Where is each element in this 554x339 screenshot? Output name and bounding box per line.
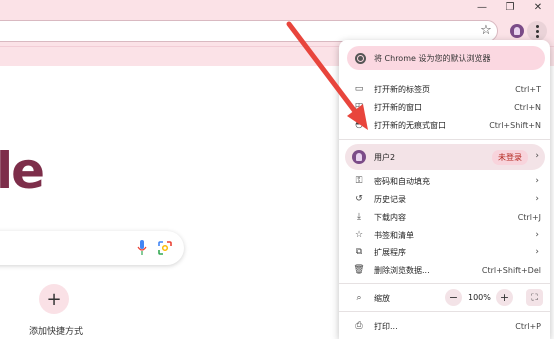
chrome-icon <box>355 52 366 64</box>
menu-divider <box>339 311 550 312</box>
zoom-icon: ⌕ <box>356 293 362 303</box>
menu-item-shortcut: Ctrl+Shift+Del <box>481 265 541 275</box>
zoom-level: 100% <box>468 293 491 302</box>
menu-item-shortcut: Ctrl+T <box>515 84 541 94</box>
menu-item-label: 打开新的标签页 <box>374 84 430 94</box>
menu-item-label: 扩展程序 <box>374 247 406 257</box>
chevron-right-icon: › <box>535 151 539 161</box>
menu-item-label: 打开新的窗口 <box>374 102 422 112</box>
menu-zoom-row: ⌕ 缩放 − 100% + ⛶ <box>339 288 550 308</box>
microphone-icon[interactable] <box>137 240 147 256</box>
set-default-browser-banner[interactable]: 将 Chrome 设为您的默认浏览器 <box>347 46 545 70</box>
history-icon: ↺ <box>355 194 363 204</box>
google-lens-icon[interactable] <box>158 241 172 255</box>
address-bar[interactable] <box>0 20 498 42</box>
menu-item-extensions[interactable]: ⧉ 扩展程序 › <box>339 243 550 261</box>
close-button[interactable]: ✕ <box>525 0 551 14</box>
minimize-button[interactable]: — <box>469 0 495 14</box>
menu-item-label: 下载内容 <box>374 212 406 222</box>
default-banner-label: 将 Chrome 设为您的默认浏览器 <box>374 53 491 63</box>
chevron-right-icon: › <box>535 176 539 186</box>
menu-item-shortcut: Ctrl+J <box>517 212 541 222</box>
add-shortcut-button[interactable]: + <box>39 284 69 314</box>
profile-avatar-icon <box>352 150 366 164</box>
menu-item-shortcut: Ctrl+P <box>515 321 541 331</box>
profile-avatar-icon[interactable] <box>510 24 524 38</box>
new-tab-icon: ▭ <box>354 84 364 94</box>
extension-icon: ⧉ <box>355 247 363 257</box>
menu-item-new-window[interactable]: ◰ 打开新的窗口 Ctrl+N <box>339 98 550 116</box>
chevron-right-icon: › <box>535 194 539 204</box>
profile-name: 用户2 <box>374 153 396 162</box>
sign-in-status-badge: 未登录 <box>492 150 528 165</box>
add-shortcut-label: 添加快捷方式 <box>28 327 83 337</box>
trash-icon: 🗑 <box>353 265 365 275</box>
menu-item-print[interactable]: ⎙ 打印... Ctrl+P <box>339 317 550 335</box>
bookmark-star-icon[interactable]: ☆ <box>478 22 494 40</box>
menu-item-shortcut: Ctrl+Shift+N <box>489 120 541 130</box>
zoom-out-button[interactable]: − <box>445 289 462 306</box>
incognito-icon: ◓ <box>355 120 363 130</box>
google-logo-fragment: le <box>0 142 45 200</box>
menu-item-passwords[interactable]: ⚿ 密码和自动填充 › <box>339 172 550 190</box>
menu-item-clear-browsing-data[interactable]: 🗑 删除浏览数据... Ctrl+Shift+Del <box>339 261 550 279</box>
menu-item-downloads[interactable]: ⤓ 下载内容 Ctrl+J <box>339 208 550 226</box>
menu-item-new-incognito-window[interactable]: ◓ 打开新的无痕式窗口 Ctrl+Shift+N <box>339 116 550 134</box>
bookmark-icon: ☆ <box>354 230 364 240</box>
key-icon: ⚿ <box>355 176 363 186</box>
zoom-in-button[interactable]: + <box>496 289 513 306</box>
chevron-right-icon: › <box>535 247 539 257</box>
menu-item-label: 密码和自动填充 <box>374 176 430 186</box>
search-box[interactable] <box>0 231 184 265</box>
restore-button[interactable]: ❐ <box>497 0 523 14</box>
menu-item-label: 删除浏览数据... <box>374 265 430 275</box>
menu-item-history[interactable]: ↺ 历史记录 › <box>339 190 550 208</box>
new-window-icon: ◰ <box>354 102 364 112</box>
chrome-menu-button[interactable] <box>527 21 547 41</box>
download-icon: ⤓ <box>357 212 361 222</box>
menu-profile-row[interactable]: 用户2 未登录 › <box>345 144 545 170</box>
menu-item-bookmarks[interactable]: ☆ 书签和清单 › <box>339 226 550 244</box>
fullscreen-icon[interactable]: ⛶ <box>526 289 543 306</box>
menu-item-label: 打开新的无痕式窗口 <box>374 120 446 130</box>
print-icon: ⎙ <box>355 321 363 331</box>
menu-item-new-tab[interactable]: ▭ 打开新的标签页 Ctrl+T <box>339 80 550 98</box>
menu-item-label: 历史记录 <box>374 194 406 204</box>
zoom-label: 缩放 <box>374 294 390 303</box>
menu-divider <box>339 283 550 284</box>
menu-item-label: 书签和清单 <box>374 230 414 240</box>
chevron-right-icon: › <box>535 230 539 240</box>
menu-divider <box>339 139 550 140</box>
menu-item-label: 打印... <box>374 321 398 331</box>
menu-item-shortcut: Ctrl+N <box>514 102 541 112</box>
